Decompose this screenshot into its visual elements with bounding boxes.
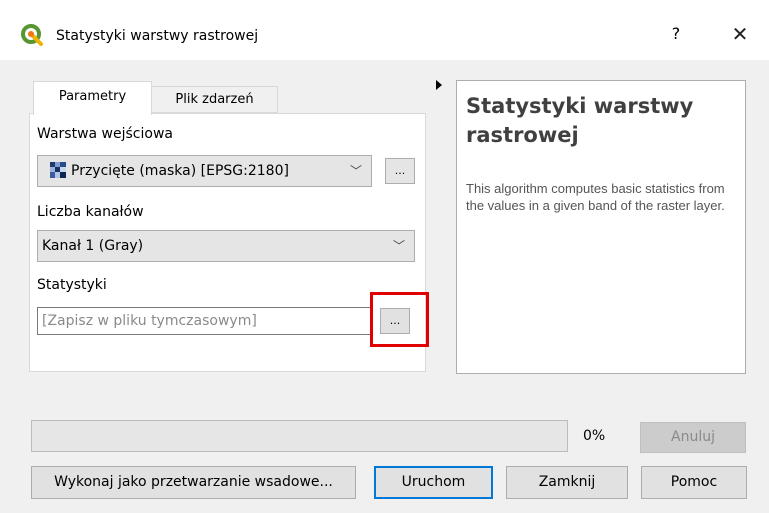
band-value: Kanał 1 (Gray)	[42, 238, 144, 254]
close-button[interactable]: Zamknij	[506, 466, 628, 499]
collapse-help-icon[interactable]	[435, 79, 443, 91]
qgis-logo-icon	[21, 24, 43, 46]
highlight-box	[370, 292, 429, 347]
band-select[interactable]: Kanał 1 (Gray) ﹀	[37, 230, 415, 262]
chevron-down-icon: ﹀	[392, 239, 405, 253]
input-layer-select[interactable]: Przycięte (maska) [EPSG:2180] ﹀	[37, 155, 372, 187]
statistics-label: Statystyki	[37, 277, 107, 293]
run-button[interactable]: Uruchom	[374, 466, 493, 499]
tab-log[interactable]: Plik zdarzeń	[152, 86, 278, 113]
input-layer-browse-button[interactable]: ...	[385, 158, 415, 184]
help-description: This algorithm computes basic statistics…	[466, 181, 725, 213]
chevron-down-icon: ﹀	[349, 164, 362, 178]
window-title: Statystyki warstwy rastrowej	[56, 28, 259, 44]
help-title: Statystyki warstwy rastrowej	[466, 94, 694, 147]
batch-process-button[interactable]: Wykonaj jako przetwarzanie wsadowe...	[31, 466, 356, 499]
progress-bar	[31, 420, 568, 452]
band-label: Liczba kanałów	[37, 204, 144, 220]
statistics-output-field[interactable]: [Zapisz w pliku tymczasowym]	[37, 307, 372, 335]
help-button[interactable]: Pomoc	[641, 466, 747, 499]
input-layer-value: Przycięte (maska) [EPSG:2180]	[71, 163, 289, 179]
raster-layer-icon	[50, 162, 66, 178]
tab-parameters[interactable]: Parametry	[33, 81, 152, 115]
help-icon[interactable]: ?	[666, 22, 686, 46]
input-layer-label: Warstwa wejściowa	[37, 126, 173, 142]
cancel-button[interactable]: Anuluj	[640, 422, 746, 453]
close-icon[interactable]: ✕	[725, 20, 755, 48]
progress-percent: 0%	[583, 428, 606, 444]
